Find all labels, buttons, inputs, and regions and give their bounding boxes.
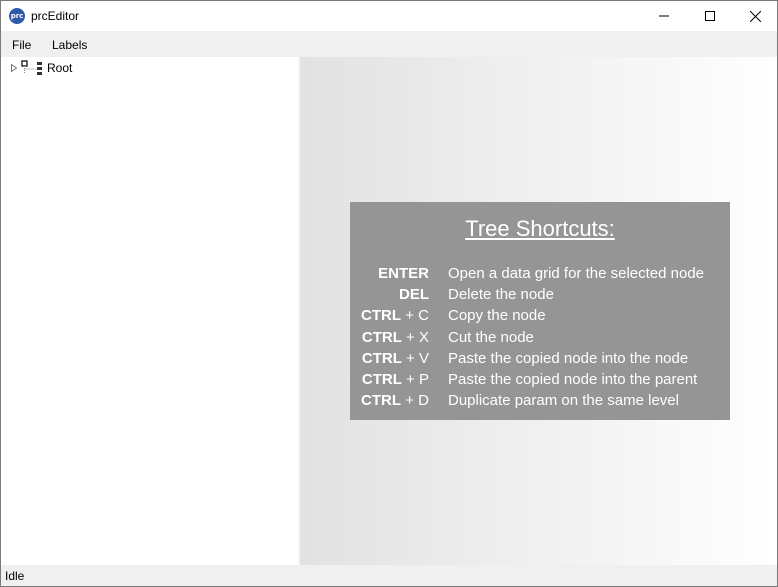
shortcut-description: Paste the copied node into the node xyxy=(448,349,689,367)
tree-panel[interactable]: Root xyxy=(1,57,298,565)
shortcuts-title: Tree Shortcuts: xyxy=(465,216,615,241)
shortcut-description: Delete the node xyxy=(448,286,554,304)
shortcuts-list: ENTER Open a data grid for the selected … xyxy=(350,265,730,413)
title-bar[interactable]: prc prcEditor xyxy=(1,1,777,31)
status-text: Idle xyxy=(5,569,25,583)
shortcut-key: CTRL + C xyxy=(361,307,429,325)
shortcut-key: DEL xyxy=(399,286,429,304)
shortcut-key: CTRL + D xyxy=(361,392,429,410)
tree-node-root[interactable]: Root xyxy=(9,59,72,77)
shortcut-row: CTRL + P Paste the copied node into the … xyxy=(350,371,730,392)
shortcut-row: CTRL + D Duplicate param on the same lev… xyxy=(350,392,730,413)
status-bar: Idle xyxy=(1,565,777,586)
expand-arrow-icon[interactable] xyxy=(9,63,19,73)
app-window: prc prcEditor File Labels Root Tree Shor… xyxy=(0,0,778,587)
shortcut-row: CTRL + V Paste the copied node into the … xyxy=(350,350,730,371)
shortcut-description: Copy the node xyxy=(448,307,546,325)
menu-file[interactable]: File xyxy=(12,38,31,52)
shortcut-description: Duplicate param on the same level xyxy=(448,392,679,410)
shortcut-key: ENTER xyxy=(378,265,429,282)
minimize-button[interactable] xyxy=(641,1,687,31)
app-icon: prc xyxy=(9,8,25,24)
shortcut-key: CTRL + V xyxy=(361,349,429,367)
shortcut-row: CTRL + X Cut the node xyxy=(350,329,730,350)
tree-node-label[interactable]: Root xyxy=(47,61,72,75)
shortcut-row: CTRL + C Copy the node xyxy=(350,307,730,328)
shortcut-row: DEL Delete the node xyxy=(350,286,730,307)
maximize-icon xyxy=(705,11,715,21)
tree-node-icon xyxy=(21,60,42,75)
menu-labels[interactable]: Labels xyxy=(52,38,87,52)
shortcuts-help-box: Tree Shortcuts: ENTER Open a data grid f… xyxy=(350,202,730,420)
shortcut-key: CTRL + P xyxy=(361,370,429,388)
shortcut-row: ENTER Open a data grid for the selected … xyxy=(350,265,730,286)
shortcut-description: Cut the node xyxy=(448,328,534,346)
menu-bar: File Labels xyxy=(1,31,777,57)
minimize-icon xyxy=(659,15,669,17)
maximize-button[interactable] xyxy=(687,1,733,31)
close-icon xyxy=(749,10,761,22)
close-button[interactable] xyxy=(732,1,777,31)
shortcut-description: Paste the copied node into the parent xyxy=(448,370,698,388)
content-panel: Tree Shortcuts: ENTER Open a data grid f… xyxy=(300,57,777,565)
shortcut-description: Open a data grid for the selected node xyxy=(448,265,705,282)
window-title: prcEditor xyxy=(31,9,80,23)
shortcut-key: CTRL + X xyxy=(361,328,429,346)
